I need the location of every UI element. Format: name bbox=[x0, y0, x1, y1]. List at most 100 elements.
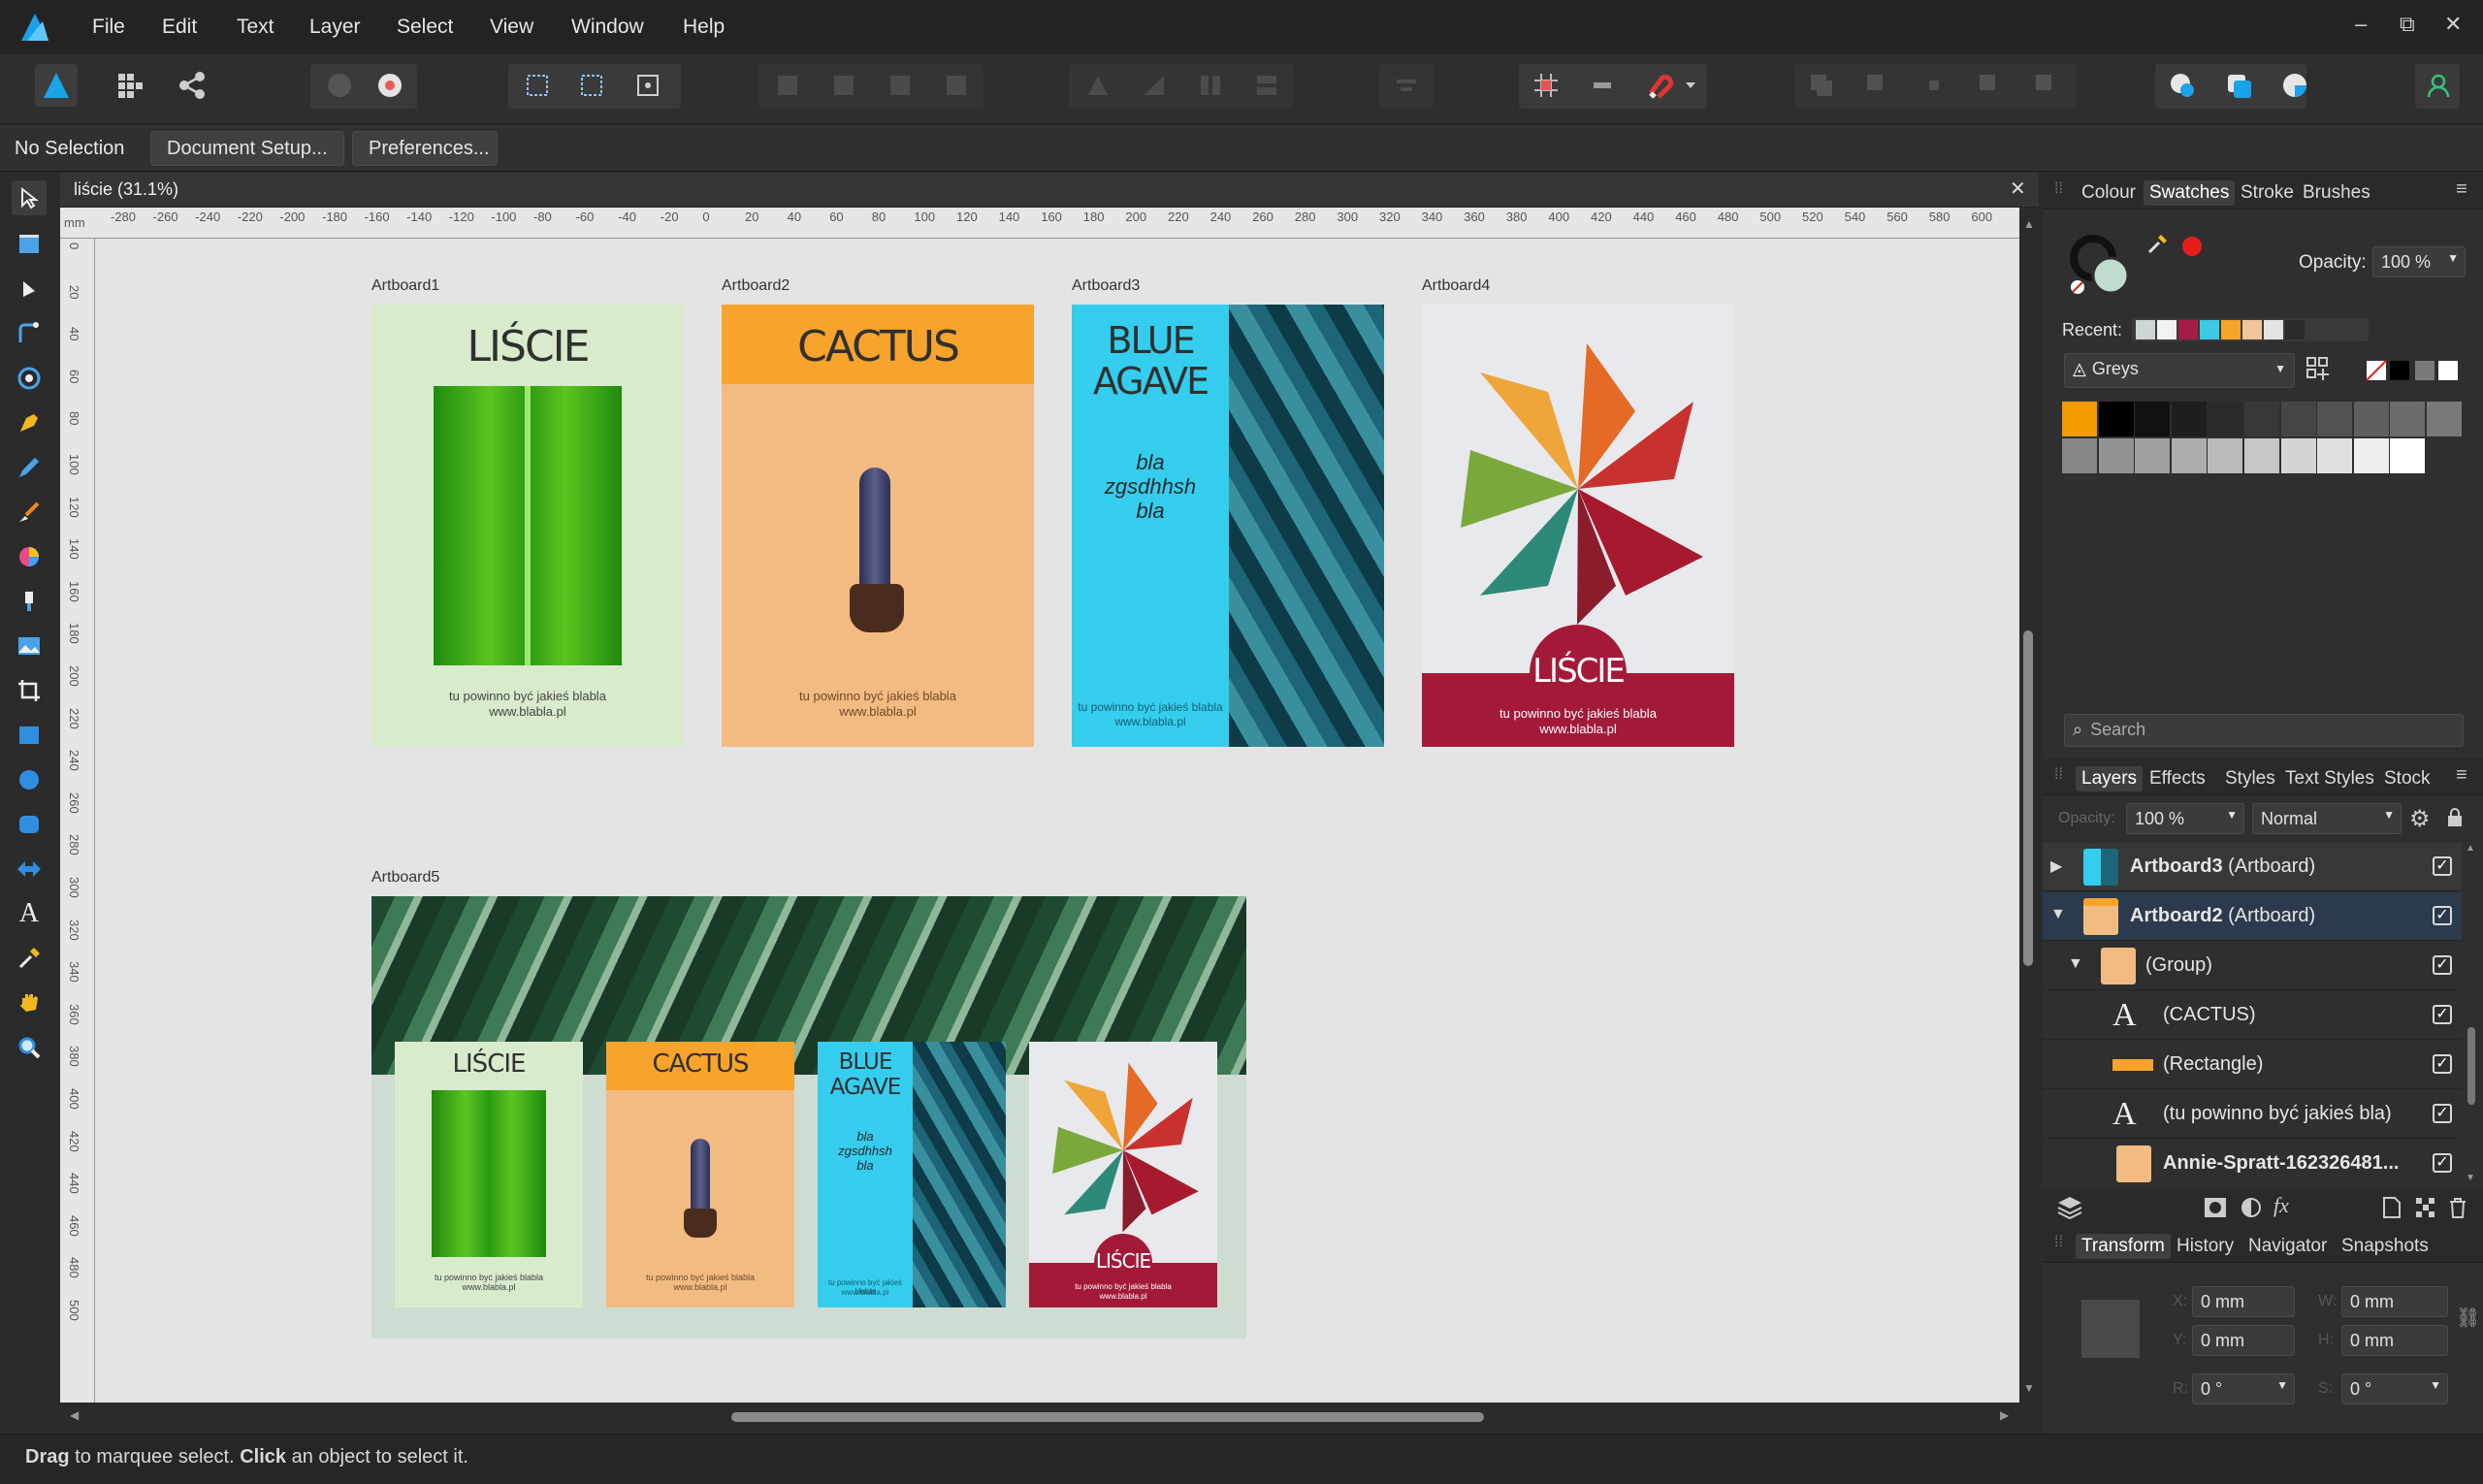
preferences-button[interactable]: Preferences... bbox=[352, 131, 498, 166]
export-persona-icon[interactable] bbox=[171, 64, 213, 107]
minimize-button[interactable]: ‒ bbox=[2355, 12, 2367, 37]
tab-brushes[interactable]: Brushes bbox=[2297, 180, 2376, 206]
crop-tool-icon[interactable] bbox=[12, 673, 47, 708]
grey-swatch[interactable] bbox=[2390, 438, 2426, 473]
delete-layer-icon[interactable] bbox=[2448, 1197, 2467, 1218]
document-setup-button[interactable]: Document Setup... bbox=[150, 131, 344, 166]
menu-help[interactable]: Help bbox=[683, 16, 725, 39]
layer-row-artboard2[interactable]: ▼ Artboard2 (Artboard) ✓ bbox=[2043, 892, 2462, 941]
palette-options-icon[interactable] bbox=[2305, 355, 2332, 382]
grey-swatch[interactable] bbox=[2353, 438, 2389, 473]
quick-swatches[interactable] bbox=[2365, 359, 2462, 382]
eyedropper-icon[interactable] bbox=[2145, 233, 2169, 256]
grey-swatch[interactable] bbox=[2317, 438, 2353, 473]
layer-visibility-checkbox[interactable]: ✓ bbox=[2433, 955, 2452, 975]
artboard3-label[interactable]: Artboard3 bbox=[1072, 277, 1140, 295]
vertical-scroll-thumb[interactable] bbox=[2023, 630, 2033, 966]
grey-swatch[interactable] bbox=[2098, 438, 2134, 473]
artboard5[interactable]: LIŚCIE tu powinno być jakieś blabla www.… bbox=[371, 896, 1246, 1339]
layers-stack-icon[interactable] bbox=[2056, 1195, 2083, 1220]
intersect-icon[interactable] bbox=[1913, 64, 1955, 107]
geometry-icon[interactable] bbox=[1581, 64, 1624, 107]
layers-scrollbar[interactable]: ▲ ▼ bbox=[2464, 843, 2479, 1188]
grey-swatch[interactable] bbox=[2244, 402, 2279, 436]
effects-fx-icon[interactable]: fx bbox=[2273, 1193, 2289, 1218]
tab-layers[interactable]: Layers bbox=[2076, 766, 2144, 791]
grey-swatch[interactable] bbox=[2244, 438, 2279, 473]
layer-row-caption-text[interactable]: A (tu powinno być jakieś bla) ✓ bbox=[2043, 1090, 2462, 1139]
recent-colour-swatch[interactable] bbox=[2285, 320, 2305, 339]
pen-tool-icon[interactable] bbox=[12, 405, 47, 440]
arrange-backward-icon[interactable] bbox=[822, 64, 865, 107]
link-proportions-icon[interactable]: ⛓ bbox=[2456, 1306, 2480, 1330]
rotate-left-icon[interactable] bbox=[1077, 64, 1119, 107]
layer-visibility-checkbox[interactable]: ✓ bbox=[2433, 1005, 2452, 1024]
artboard1[interactable]: LIŚCIE tu powinno być jakieś blabla www.… bbox=[371, 305, 684, 747]
vertical-ruler[interactable]: 0 20 40 60 80 100 120 140 160 180 200 220 240 260 280 3… bbox=[60, 239, 95, 1403]
tab-stroke[interactable]: Stroke bbox=[2235, 180, 2300, 206]
tab-navigator[interactable]: Navigator bbox=[2242, 1234, 2333, 1259]
artboard-tool-icon[interactable] bbox=[12, 227, 47, 262]
layer-opacity-field[interactable]: 100 % ▼ bbox=[2126, 803, 2244, 834]
artboard2-label[interactable]: Artboard2 bbox=[722, 277, 790, 295]
layer-row-cactus-text[interactable]: A (CACTUS) ✓ bbox=[2043, 991, 2462, 1040]
menu-layer[interactable]: Layer bbox=[309, 16, 361, 39]
menu-file[interactable]: File bbox=[92, 16, 125, 39]
tab-history[interactable]: History bbox=[2171, 1234, 2240, 1259]
xor-icon[interactable] bbox=[1969, 64, 2012, 107]
grey-swatch[interactable] bbox=[2062, 402, 2097, 436]
ellipse-tool-icon[interactable] bbox=[12, 762, 47, 797]
swatch-search-input[interactable]: ⌕ Search bbox=[2064, 714, 2464, 747]
grey-swatch[interactable] bbox=[2098, 402, 2134, 436]
layer-row-image[interactable]: Annie-Spratt-162326481... ✓ bbox=[2043, 1140, 2462, 1188]
corner-tool-icon[interactable] bbox=[12, 316, 47, 351]
flip-horizontal-icon[interactable] bbox=[1189, 64, 1232, 107]
snapping-magnet-icon[interactable] bbox=[1637, 64, 1680, 107]
arrange-forward-icon[interactable] bbox=[879, 64, 921, 107]
collapse-arrow-icon[interactable]: ▼ bbox=[2050, 906, 2066, 923]
tab-effects[interactable]: Effects bbox=[2144, 766, 2211, 791]
picked-colour-swatch[interactable] bbox=[2182, 237, 2202, 256]
tab-text-styles[interactable]: Text Styles bbox=[2279, 766, 2380, 791]
recent-colour-swatch[interactable] bbox=[2221, 320, 2241, 339]
align-icon[interactable] bbox=[1385, 64, 1428, 107]
divide-icon[interactable] bbox=[2025, 64, 2068, 107]
fill-tool-icon[interactable] bbox=[12, 539, 47, 574]
fill-stroke-well[interactable] bbox=[2068, 233, 2132, 297]
menu-select[interactable]: Select bbox=[397, 16, 453, 39]
grey-swatch[interactable] bbox=[2208, 438, 2243, 473]
horizontal-scrollbar[interactable]: ◀ ▶ bbox=[60, 1403, 2039, 1432]
pencil-tool-icon[interactable] bbox=[12, 450, 47, 485]
anchor-point-selector[interactable] bbox=[2081, 1300, 2140, 1358]
grey-swatch[interactable] bbox=[2353, 402, 2389, 436]
flower-icon[interactable] bbox=[369, 64, 411, 107]
add-pixel-layer-icon[interactable] bbox=[2415, 1197, 2436, 1218]
grey-swatch[interactable] bbox=[2135, 438, 2171, 473]
menu-window[interactable]: Window bbox=[571, 16, 644, 39]
layer-lock-icon[interactable] bbox=[2446, 807, 2464, 828]
grey-swatch[interactable] bbox=[2135, 402, 2171, 436]
snapping-dropdown-icon[interactable] bbox=[1682, 64, 1699, 107]
place-image-tool-icon[interactable] bbox=[12, 629, 47, 663]
rounded-rectangle-tool-icon[interactable] bbox=[12, 807, 47, 842]
grey-swatch[interactable] bbox=[2390, 402, 2426, 436]
tab-snapshots[interactable]: Snapshots bbox=[2336, 1234, 2435, 1259]
rotation-field[interactable]: 0 ° ▼ bbox=[2192, 1373, 2295, 1404]
recent-colour-swatch[interactable] bbox=[2200, 320, 2219, 339]
horizontal-scroll-thumb[interactable] bbox=[731, 1412, 1484, 1422]
assistant-icon[interactable] bbox=[2161, 64, 2204, 107]
artboard3[interactable]: BLUE AGAVE bla zgsdhhsh bla tu powinno b… bbox=[1072, 305, 1384, 747]
add-layer-icon[interactable] bbox=[2382, 1197, 2402, 1218]
grey-swatch[interactable] bbox=[2171, 438, 2207, 473]
blend-mode-dropdown[interactable]: Normal ▼ bbox=[2252, 803, 2402, 834]
recent-colour-swatch[interactable] bbox=[2136, 320, 2155, 339]
y-position-field[interactable]: 0 mm bbox=[2192, 1325, 2295, 1356]
grey-swatch[interactable] bbox=[2171, 402, 2207, 436]
recent-colour-swatch[interactable] bbox=[2178, 320, 2198, 339]
layer-visibility-checkbox[interactable]: ✓ bbox=[2433, 856, 2452, 876]
vector-brush-tool-icon[interactable] bbox=[12, 495, 47, 530]
recent-colour-swatch[interactable] bbox=[2242, 320, 2262, 339]
tab-styles[interactable]: Styles bbox=[2219, 766, 2281, 791]
layer-settings-gear-icon[interactable]: ⚙ bbox=[2409, 805, 2431, 833]
mask-layer-icon[interactable] bbox=[2204, 1197, 2227, 1218]
